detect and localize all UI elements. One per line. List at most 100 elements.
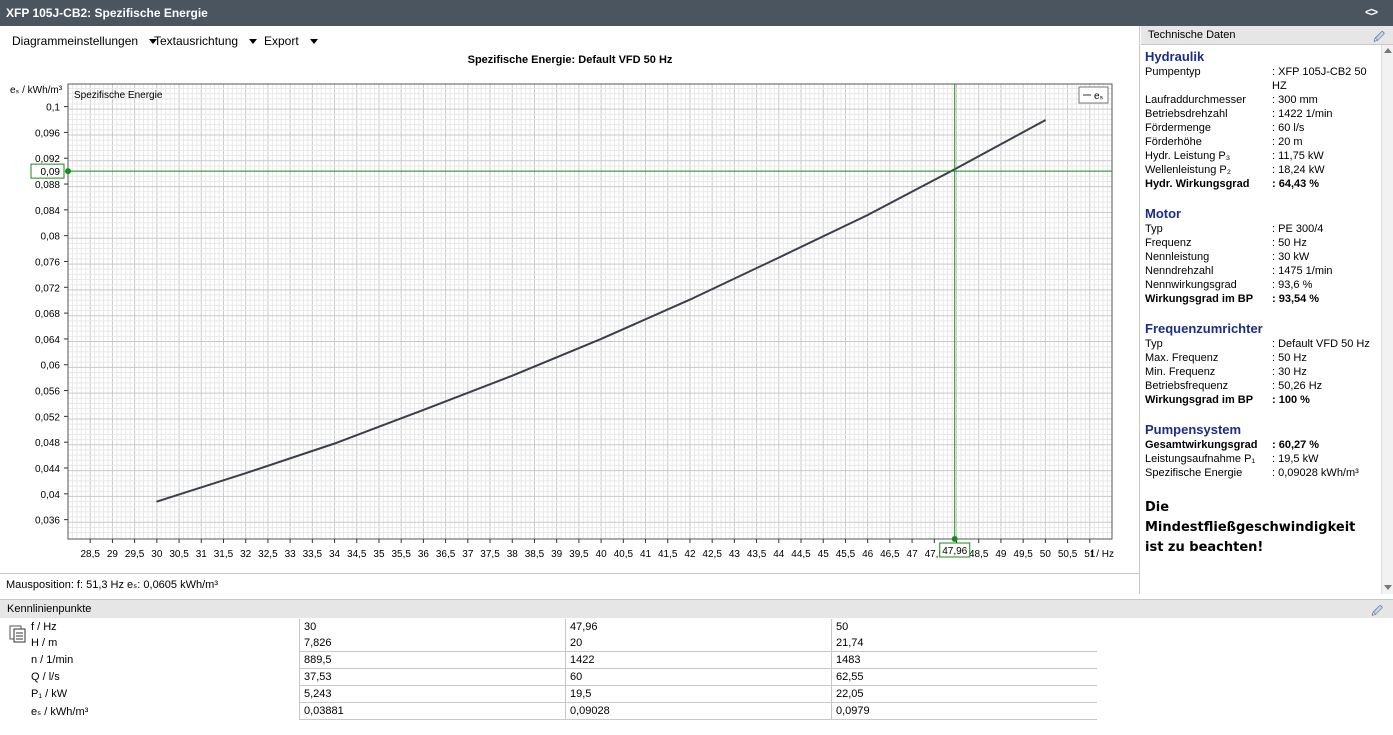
row-value: : 11,75 kW [1272, 150, 1324, 162]
y-tick-label: 0,036 [35, 516, 60, 527]
x-tick-label: 49,5 [1013, 549, 1033, 560]
technical-data-title: Technische Daten [1148, 29, 1236, 41]
menu-export[interactable]: Export [264, 34, 318, 48]
technical-data-row: Wirkungsgrad im BP: 93,54 % [1145, 292, 1375, 306]
section-title: Frequenzumrichter [1145, 321, 1263, 336]
row-key: Fördermenge [1145, 122, 1212, 134]
technical-data-panel: Technische Daten 🖉 Hydraulik Pumpentyp: X… [1141, 26, 1393, 594]
x-tick-label: 36,5 [436, 549, 456, 560]
x-tick-label: 46 [862, 549, 874, 560]
y-axis-label: eₛ / kWh/m³ [10, 85, 63, 96]
technical-data-row: Gesamtwirkungsgrad: 60,27 % [1145, 438, 1375, 452]
technical-data-row: Max. Frequenz: 50 Hz [1145, 351, 1375, 365]
technical-data-body: Hydraulik Pumpentyp: XFP 105J-CB2 50 HZ La… [1145, 48, 1375, 558]
table-row: f / Hz 30 47,96 50 [0, 619, 1097, 635]
menu-textausrichtung[interactable]: Textausrichtung [154, 34, 258, 48]
technical-data-scrollbar[interactable] [1381, 45, 1393, 594]
row-key: Laufraddurchmesser [1145, 94, 1246, 106]
row-key: Nennleistung [1145, 251, 1210, 263]
code-brackets-icon[interactable]: <> [1365, 5, 1378, 19]
table-cell: 22,05 [831, 685, 1097, 703]
row-key: Leistungsaufnahme P₁ [1145, 453, 1256, 465]
table-cell: 50 [831, 619, 1097, 635]
y-tick-label: 0,068 [35, 309, 60, 320]
energy-chart[interactable]: 28,5 29 29,5 30 30,5 31 31,5 32 32,5 33 33,5 34 34,5… [0, 74, 1138, 572]
section-title: Hydraulik [1145, 49, 1205, 64]
dropdown-arrow-icon [309, 39, 318, 44]
menu-label: Export [264, 34, 299, 48]
crosshair-y-value: 0,09 [41, 167, 61, 178]
technical-data-row: Typ: Default VFD 50 Hz [1145, 337, 1375, 351]
row-label: P₁ / kW [31, 688, 68, 700]
row-label: n / 1/min [31, 654, 74, 666]
y-tick-label: 0,092 [35, 154, 60, 165]
dropdown-arrow-icon [249, 39, 258, 44]
y-tick-label: 0,064 [35, 335, 60, 346]
x-tick-label: 47 [907, 549, 919, 560]
table-row: P₁ / kW 5,243 19,5 22,05 [0, 685, 1097, 703]
menu-label: Diagrammeinstellungen [12, 34, 139, 48]
x-tick-label: 31 [196, 549, 208, 560]
table-cell: 21,74 [831, 635, 1097, 652]
scroll-up-icon[interactable] [1384, 48, 1392, 53]
x-tick-label: 49 [995, 549, 1007, 560]
table-cell: 47,96 [565, 619, 832, 635]
technical-data-row: Hydr. Leistung P₃: 11,75 kW [1145, 149, 1375, 163]
x-tick-label: 35,5 [391, 549, 411, 560]
data-point [867, 214, 869, 216]
row-value: : 1422 1/min [1272, 108, 1333, 120]
section-title: Pumpensystem [1145, 422, 1242, 437]
x-tick-label: 33,5 [303, 549, 323, 560]
x-tick-label: 44 [773, 549, 785, 560]
table-cell: 20 [565, 635, 832, 652]
x-tick-label: 37 [462, 549, 474, 560]
table-cell: 7,826 [299, 635, 566, 652]
row-key: Förderhöhe [1145, 136, 1202, 148]
x-tick-label: 40 [596, 549, 608, 560]
y-tick-label: 0,04 [41, 490, 61, 501]
x-tick-label: 48,5 [969, 549, 989, 560]
x-tick-label: 34 [329, 549, 341, 560]
window-title: XFP 105J-CB2: Spezifische Energie [6, 6, 208, 20]
row-value: : 20 m [1272, 136, 1303, 148]
x-tick-label: 41,5 [658, 549, 678, 560]
x-tick-label: 28,5 [80, 549, 100, 560]
row-value: : 100 % [1272, 394, 1310, 406]
menu-diagrammeinstellungen[interactable]: Diagrammeinstellungen [12, 34, 158, 48]
row-key: Wirkungsgrad im BP [1145, 293, 1254, 305]
menu-label: Textausrichtung [154, 34, 239, 48]
data-point [156, 500, 158, 503]
section-title: Motor [1145, 206, 1182, 221]
crosshair-y-handle[interactable] [65, 168, 71, 175]
row-key: Max. Frequenz [1145, 352, 1219, 364]
table-cell: 0,0979 [831, 702, 1097, 720]
technical-data-row: Leistungsaufnahme P₁ : 19,5 kW [1145, 452, 1375, 466]
technical-data-row: Laufraddurchmesser: 300 mm [1145, 93, 1375, 107]
data-point [778, 257, 780, 259]
row-label: f / Hz [31, 621, 57, 633]
technical-data-row: Förderhöhe : 20 m [1145, 135, 1375, 149]
y-tick-label: 0,056 [35, 387, 60, 398]
row-key: Typ [1145, 223, 1163, 235]
table-cell: 30 [299, 619, 566, 635]
x-tick-label: 36 [418, 549, 430, 560]
pin-icon[interactable]: 🖉 [1371, 603, 1383, 622]
row-value: : 60,27 % [1272, 439, 1320, 451]
x-tick-label: 50,5 [1058, 549, 1078, 560]
row-value: : 19,5 kW [1272, 453, 1319, 465]
y-tick-label: 0,072 [35, 283, 60, 294]
x-tick-label: 42 [684, 549, 696, 560]
table-cell: 60 [565, 668, 832, 686]
technical-data-row: Min. Frequenz: 30 Hz [1145, 365, 1375, 379]
crosshair-x-handle[interactable] [951, 536, 958, 542]
data-point [422, 409, 425, 411]
row-value: : 64,43 % [1272, 178, 1320, 190]
x-tick-label: 29,5 [125, 549, 145, 560]
technical-data-row: Typ: PE 300/4 [1145, 222, 1375, 236]
table-cell: 62,55 [831, 668, 1097, 686]
x-tick-label: 30,5 [169, 549, 189, 560]
row-key: Typ [1145, 338, 1163, 350]
scroll-down-icon[interactable] [1384, 585, 1392, 590]
row-label: eₛ / kWh/m³ [31, 705, 89, 718]
